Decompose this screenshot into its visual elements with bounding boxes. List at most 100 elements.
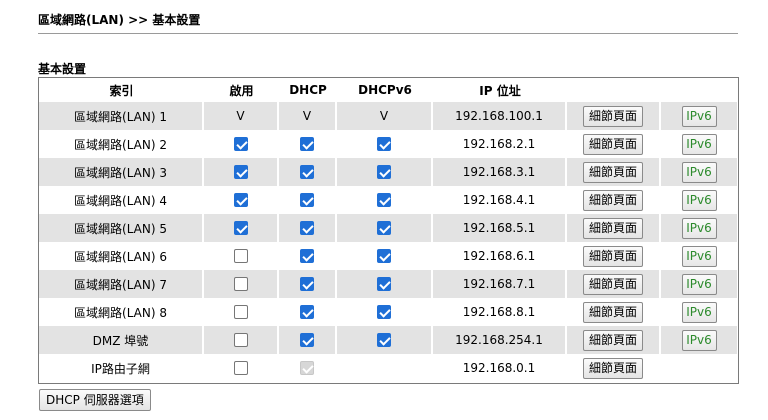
row-name: 區域網路(LAN) 1 bbox=[39, 102, 204, 130]
enable-checkbox[interactable] bbox=[233, 193, 248, 208]
lan-settings-table: 索引 啟用 DHCP DHCPv6 IP 位址 區域網路(LAN) 1 V V V 19… bbox=[38, 77, 739, 384]
row-name: 區域網路(LAN) 5 bbox=[39, 214, 204, 242]
table-row: IP路由子網 192.168.0.1 細節頁面 bbox=[39, 354, 737, 382]
table-row: 區域網路(LAN) 4 192.168.4.1 細節頁面 IPv6 bbox=[39, 186, 737, 214]
row-name: 區域網路(LAN) 2 bbox=[39, 130, 204, 158]
enable-checkbox[interactable] bbox=[233, 305, 248, 320]
ipv6-cell: IPv6 bbox=[661, 298, 737, 326]
dhcp-cell bbox=[279, 130, 337, 158]
breadcrumb: 區域網路(LAN) >> 基本設置 bbox=[38, 13, 201, 27]
detail-page-button[interactable]: 細節頁面 bbox=[582, 273, 643, 295]
detail-page-button[interactable]: 細節頁面 bbox=[582, 161, 643, 183]
ip-address: 192.168.254.1 bbox=[433, 326, 567, 354]
dhcpv6-checkbox[interactable] bbox=[377, 249, 391, 264]
ip-address: 192.168.100.1 bbox=[433, 102, 567, 130]
detail-cell: 細節頁面 bbox=[567, 158, 661, 186]
ipv6-cell: IPv6 bbox=[661, 186, 737, 214]
dhcp-checkbox[interactable] bbox=[300, 333, 314, 348]
dhcp-checkbox[interactable] bbox=[300, 305, 314, 320]
detail-page-button[interactable]: 細節頁面 bbox=[582, 217, 643, 239]
dhcp-cell bbox=[279, 270, 337, 298]
dhcp-checkbox[interactable] bbox=[300, 221, 314, 236]
detail-cell: 細節頁面 bbox=[567, 298, 661, 326]
detail-cell: 細節頁面 bbox=[567, 326, 661, 354]
row-name: 區域網路(LAN) 4 bbox=[39, 186, 204, 214]
ip-address: 192.168.7.1 bbox=[433, 270, 567, 298]
detail-page-button[interactable]: 細節頁面 bbox=[582, 245, 643, 267]
ip-address: 192.168.4.1 bbox=[433, 186, 567, 214]
detail-cell: 細節頁面 bbox=[567, 130, 661, 158]
dhcp-checkbox[interactable] bbox=[300, 277, 314, 292]
ip-address: 192.168.6.1 bbox=[433, 242, 567, 270]
ipv6-button[interactable]: IPv6 bbox=[681, 273, 717, 295]
ipv6-cell: IPv6 bbox=[661, 158, 737, 186]
enable-checkbox[interactable] bbox=[233, 221, 248, 236]
ipv6-button[interactable]: IPv6 bbox=[681, 133, 717, 155]
enable-checkbox[interactable] bbox=[233, 361, 248, 376]
table-row: 區域網路(LAN) 3 192.168.3.1 細節頁面 IPv6 bbox=[39, 158, 737, 186]
dhcp-server-options-button[interactable]: DHCP 伺服器選項 bbox=[39, 389, 151, 411]
dhcpv6-checkbox[interactable] bbox=[377, 165, 391, 180]
row-name: 區域網路(LAN) 7 bbox=[39, 270, 204, 298]
table-row: DMZ 埠號 192.168.254.1 細節頁面 IPv6 bbox=[39, 326, 737, 354]
dhcp-checkbox[interactable] bbox=[300, 193, 314, 208]
ipv6-button[interactable]: IPv6 bbox=[681, 105, 717, 127]
row-name: DMZ 埠號 bbox=[39, 326, 204, 354]
table-row: 區域網路(LAN) 7 192.168.7.1 細節頁面 IPv6 bbox=[39, 270, 737, 298]
detail-page-button[interactable]: 細節頁面 bbox=[582, 301, 643, 323]
ipv6-button[interactable]: IPv6 bbox=[681, 217, 717, 239]
dhcpv6-checkbox[interactable] bbox=[377, 333, 391, 348]
enable-checkbox[interactable] bbox=[233, 277, 248, 292]
detail-page-button[interactable]: 細節頁面 bbox=[582, 189, 643, 211]
dhcpv6-checkbox[interactable] bbox=[377, 221, 391, 236]
detail-page-button[interactable]: 細節頁面 bbox=[582, 133, 643, 155]
dhcp-cell bbox=[279, 326, 337, 354]
ip-address: 192.168.2.1 bbox=[433, 130, 567, 158]
enable-cell: V bbox=[204, 102, 279, 130]
dhcp-cell: V bbox=[279, 102, 337, 130]
detail-cell: 細節頁面 bbox=[567, 354, 661, 382]
table-row: 區域網路(LAN) 5 192.168.5.1 細節頁面 IPv6 bbox=[39, 214, 737, 242]
detail-page-button[interactable]: 細節頁面 bbox=[582, 357, 643, 379]
enable-checkbox[interactable] bbox=[233, 165, 248, 180]
detail-page-button[interactable]: 細節頁面 bbox=[582, 105, 643, 127]
lan-grid: 索引 啟用 DHCP DHCPv6 IP 位址 區域網路(LAN) 1 V V V 19… bbox=[39, 78, 737, 382]
column-header-detail bbox=[567, 78, 661, 102]
ipv6-cell: IPv6 bbox=[661, 270, 737, 298]
enable-checkbox[interactable] bbox=[233, 333, 248, 348]
ipv6-button[interactable]: IPv6 bbox=[681, 161, 717, 183]
enable-value: V bbox=[236, 109, 245, 123]
dhcpv6-cell bbox=[337, 158, 433, 186]
ipv6-button[interactable]: IPv6 bbox=[681, 245, 717, 267]
dhcp-checkbox[interactable] bbox=[300, 165, 314, 180]
dhcpv6-checkbox[interactable] bbox=[377, 277, 391, 292]
dhcp-checkbox[interactable] bbox=[300, 137, 314, 152]
enable-checkbox[interactable] bbox=[233, 137, 248, 152]
ip-address: 192.168.3.1 bbox=[433, 158, 567, 186]
grid-body: 區域網路(LAN) 1 V V V 192.168.100.1 細節頁面 IPv6 區域網路(… bbox=[39, 102, 737, 382]
dhcpv6-checkbox[interactable] bbox=[377, 193, 391, 208]
dhcp-checkbox[interactable] bbox=[300, 249, 314, 264]
detail-cell: 細節頁面 bbox=[567, 186, 661, 214]
table-row: 區域網路(LAN) 1 V V V 192.168.100.1 細節頁面 IPv6 bbox=[39, 102, 737, 130]
dhcp-cell bbox=[279, 354, 337, 382]
ipv6-button[interactable]: IPv6 bbox=[681, 301, 717, 323]
ipv6-button[interactable]: IPv6 bbox=[681, 189, 717, 211]
enable-cell bbox=[204, 354, 279, 382]
dhcpv6-checkbox[interactable] bbox=[377, 305, 391, 320]
row-name: 區域網路(LAN) 6 bbox=[39, 242, 204, 270]
dhcpv6-cell bbox=[337, 326, 433, 354]
column-header-dhcp: DHCP bbox=[289, 83, 327, 97]
dhcp-cell bbox=[279, 186, 337, 214]
enable-checkbox[interactable] bbox=[233, 249, 248, 264]
enable-cell bbox=[204, 242, 279, 270]
row-name: IP路由子網 bbox=[39, 354, 204, 382]
ip-address: 192.168.5.1 bbox=[433, 214, 567, 242]
ipv6-button[interactable]: IPv6 bbox=[681, 329, 717, 351]
detail-page-button[interactable]: 細節頁面 bbox=[582, 329, 643, 351]
header-row: 索引 啟用 DHCP DHCPv6 IP 位址 bbox=[39, 78, 737, 102]
ipv6-cell: IPv6 bbox=[661, 326, 737, 354]
dhcpv6-cell bbox=[337, 130, 433, 158]
dhcpv6-cell bbox=[337, 354, 433, 382]
dhcpv6-checkbox[interactable] bbox=[377, 137, 391, 152]
